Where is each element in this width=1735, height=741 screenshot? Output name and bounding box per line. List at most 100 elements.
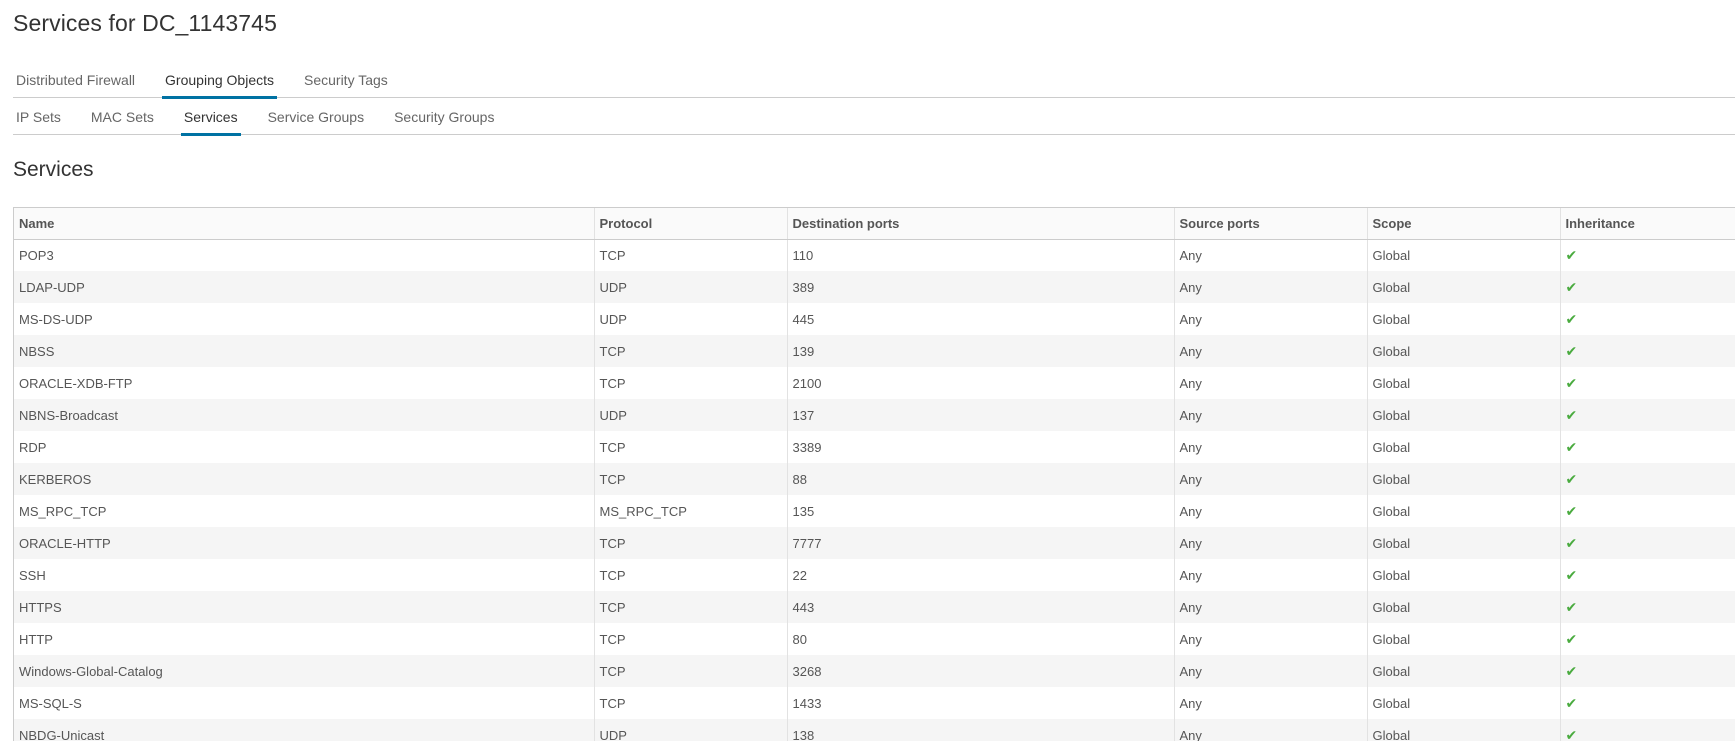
- cell-source-ports: Any: [1174, 495, 1368, 527]
- cell-protocol: UDP: [594, 399, 788, 431]
- check-icon: ✔: [1565, 470, 1578, 487]
- tab-ip-sets[interactable]: IP Sets: [13, 100, 64, 135]
- check-icon: ✔: [1565, 342, 1578, 359]
- cell-destination-ports: 389: [787, 271, 1175, 303]
- cell-source-ports: Any: [1174, 303, 1368, 335]
- cell-destination-ports: 1433: [787, 687, 1175, 719]
- cell-destination-ports: 110: [787, 239, 1175, 271]
- services-table: Name Protocol Destination ports Source p…: [14, 208, 1735, 741]
- cell-name: MS_RPC_TCP: [14, 495, 595, 527]
- cell-name: HTTPS: [14, 591, 595, 623]
- cell-inheritance: ✔: [1560, 527, 1735, 559]
- check-icon: ✔: [1565, 406, 1578, 423]
- cell-scope: Global: [1367, 719, 1561, 741]
- cell-destination-ports: 137: [787, 399, 1175, 431]
- cell-inheritance: ✔: [1560, 431, 1735, 463]
- cell-inheritance: ✔: [1560, 463, 1735, 495]
- cell-source-ports: Any: [1174, 431, 1368, 463]
- table-row[interactable]: HTTP TCP 80 Any Global ✔: [14, 623, 1735, 655]
- cell-protocol: TCP: [594, 655, 788, 687]
- cell-protocol: MS_RPC_TCP: [594, 495, 788, 527]
- cell-inheritance: ✔: [1560, 271, 1735, 303]
- cell-destination-ports: 80: [787, 623, 1175, 655]
- tab-mac-sets[interactable]: MAC Sets: [88, 100, 157, 135]
- table-row[interactable]: MS-SQL-S TCP 1433 Any Global ✔: [14, 687, 1735, 719]
- table-row[interactable]: HTTPS TCP 443 Any Global ✔: [14, 591, 1735, 623]
- cell-destination-ports: 7777: [787, 527, 1175, 559]
- cell-name: ORACLE-XDB-FTP: [14, 367, 595, 399]
- cell-scope: Global: [1367, 623, 1561, 655]
- cell-source-ports: Any: [1174, 655, 1368, 687]
- check-icon: ✔: [1565, 278, 1578, 295]
- check-icon: ✔: [1565, 598, 1578, 615]
- cell-inheritance: ✔: [1560, 655, 1735, 687]
- cell-inheritance: ✔: [1560, 687, 1735, 719]
- cell-source-ports: Any: [1174, 335, 1368, 367]
- column-header-source-ports[interactable]: Source ports: [1174, 208, 1368, 240]
- cell-name: LDAP-UDP: [14, 271, 595, 303]
- cell-name: ORACLE-HTTP: [14, 527, 595, 559]
- column-header-inheritance[interactable]: Inheritance: [1560, 208, 1735, 240]
- cell-source-ports: Any: [1174, 367, 1368, 399]
- check-icon: ✔: [1565, 502, 1578, 519]
- primary-tabs: Distributed Firewall Grouping Objects Se…: [13, 58, 1735, 99]
- cell-scope: Global: [1367, 367, 1561, 399]
- cell-name: NBDG-Unicast: [14, 719, 595, 741]
- cell-protocol: TCP: [594, 591, 788, 623]
- cell-destination-ports: 22: [787, 559, 1175, 591]
- table-row[interactable]: SSH TCP 22 Any Global ✔: [14, 559, 1735, 591]
- table-row[interactable]: NBNS-Broadcast UDP 137 Any Global ✔: [14, 399, 1735, 431]
- tab-distributed-firewall[interactable]: Distributed Firewall: [13, 58, 138, 98]
- tab-service-groups[interactable]: Service Groups: [265, 100, 367, 135]
- section-title: Services: [13, 158, 94, 181]
- cell-destination-ports: 445: [787, 303, 1175, 335]
- tab-services[interactable]: Services: [180, 100, 241, 136]
- tab-security-groups[interactable]: Security Groups: [391, 100, 497, 135]
- column-header-protocol[interactable]: Protocol: [594, 208, 788, 240]
- cell-name: HTTP: [14, 623, 595, 655]
- cell-inheritance: ✔: [1560, 719, 1735, 741]
- table-row[interactable]: MS_RPC_TCP MS_RPC_TCP 135 Any Global ✔: [14, 495, 1735, 527]
- cell-protocol: TCP: [594, 687, 788, 719]
- cell-source-ports: Any: [1174, 527, 1368, 559]
- table-row[interactable]: RDP TCP 3389 Any Global ✔: [14, 431, 1735, 463]
- cell-destination-ports: 443: [787, 591, 1175, 623]
- page: Services for DC_1143745 Distributed Fire…: [0, 0, 1735, 741]
- table-row[interactable]: POP3 TCP 110 Any Global ✔: [14, 239, 1735, 271]
- table-row[interactable]: KERBEROS TCP 88 Any Global ✔: [14, 463, 1735, 495]
- cell-protocol: TCP: [594, 559, 788, 591]
- cell-protocol: TCP: [594, 335, 788, 367]
- cell-inheritance: ✔: [1560, 559, 1735, 591]
- cell-scope: Global: [1367, 335, 1561, 367]
- cell-protocol: TCP: [594, 367, 788, 399]
- cell-source-ports: Any: [1174, 719, 1368, 741]
- check-icon: ✔: [1565, 694, 1578, 711]
- table-row[interactable]: NBDG-Unicast UDP 138 Any Global ✔: [14, 719, 1735, 741]
- table-row[interactable]: ORACLE-XDB-FTP TCP 2100 Any Global ✔: [14, 367, 1735, 399]
- cell-scope: Global: [1367, 239, 1561, 271]
- cell-destination-ports: 135: [787, 495, 1175, 527]
- cell-scope: Global: [1367, 303, 1561, 335]
- cell-protocol: TCP: [594, 623, 788, 655]
- check-icon: ✔: [1565, 630, 1578, 647]
- tab-security-tags[interactable]: Security Tags: [301, 58, 391, 98]
- cell-name: POP3: [14, 239, 595, 271]
- table-row[interactable]: Windows-Global-Catalog TCP 3268 Any Glob…: [14, 655, 1735, 687]
- tab-grouping-objects[interactable]: Grouping Objects: [162, 58, 277, 99]
- cell-inheritance: ✔: [1560, 623, 1735, 655]
- cell-scope: Global: [1367, 559, 1561, 591]
- cell-destination-ports: 3389: [787, 431, 1175, 463]
- column-header-scope[interactable]: Scope: [1367, 208, 1561, 240]
- cell-name: MS-DS-UDP: [14, 303, 595, 335]
- cell-inheritance: ✔: [1560, 367, 1735, 399]
- cell-inheritance: ✔: [1560, 591, 1735, 623]
- table-row[interactable]: MS-DS-UDP UDP 445 Any Global ✔: [14, 303, 1735, 335]
- column-header-name[interactable]: Name: [14, 208, 595, 240]
- cell-source-ports: Any: [1174, 463, 1368, 495]
- column-header-destination-ports[interactable]: Destination ports: [787, 208, 1175, 240]
- table-row[interactable]: NBSS TCP 139 Any Global ✔: [14, 335, 1735, 367]
- table-row[interactable]: ORACLE-HTTP TCP 7777 Any Global ✔: [14, 527, 1735, 559]
- table-row[interactable]: LDAP-UDP UDP 389 Any Global ✔: [14, 271, 1735, 303]
- cell-protocol: TCP: [594, 527, 788, 559]
- check-icon: ✔: [1565, 726, 1578, 741]
